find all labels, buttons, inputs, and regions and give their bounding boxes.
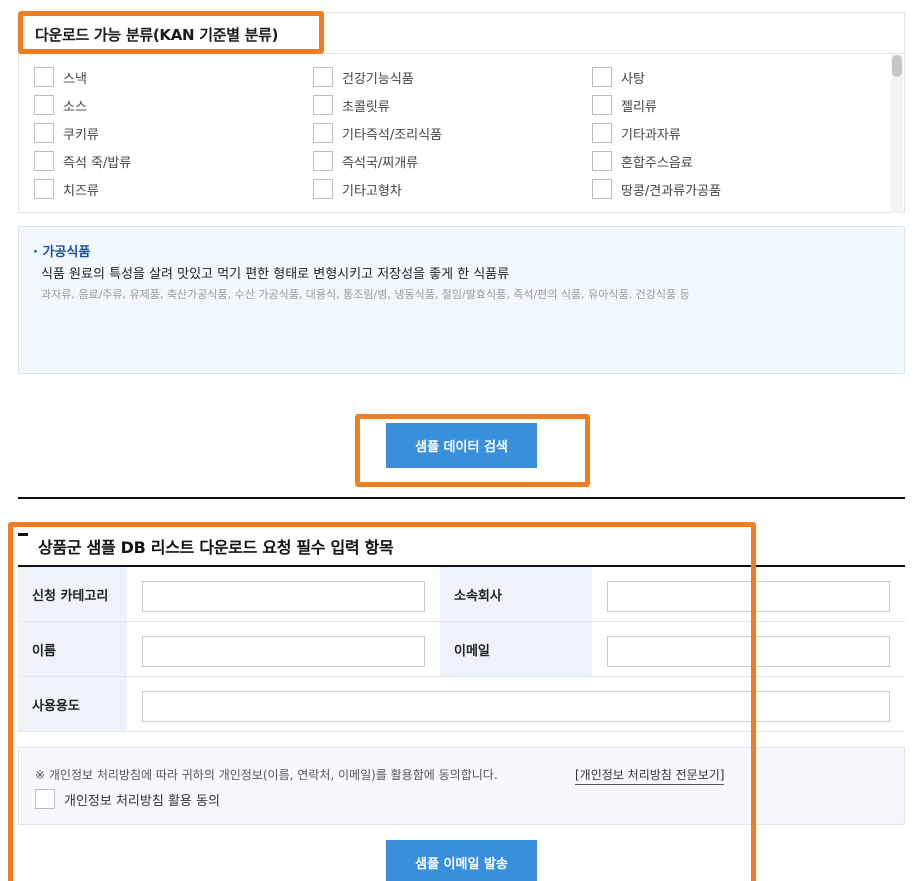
form-title: 상품군 샘플 DB 리스트 다운로드 요청 필수 입력 항목 [38,538,394,557]
name-input[interactable] [142,636,425,667]
category-checkbox-label: 즉석 죽/밥류 [63,155,132,171]
category-checkbox-item[interactable]: 혼합주스음료 [592,151,871,171]
category-checkbox-item[interactable]: 젤리류 [592,95,871,115]
category-checkbox[interactable] [592,67,612,87]
category-checkbox-item[interactable]: 즉석국/찌개류 [313,151,592,171]
form-row-category-company: 신청 카테고리 소속회사 [18,567,905,622]
category-checkbox-label: 초콜릿류 [342,99,390,115]
category-checkbox-item[interactable]: 기타고형차 [313,179,592,199]
company-label: 소속회사 [440,567,592,621]
category-checkbox-label: 혼합주스음료 [621,155,693,171]
category-checkbox-label: 건강기능식품 [342,71,414,87]
category-checkbox[interactable] [313,123,333,143]
category-checkbox[interactable] [34,123,54,143]
category-checkbox-item[interactable]: 치즈류 [34,179,313,199]
category-checkbox[interactable] [592,151,612,171]
category-checkbox-label: 소스 [63,99,87,115]
consent-checkbox-label: 개인정보 처리방침 활용 동의 [64,793,220,809]
purpose-label: 사용용도 [18,677,127,731]
privacy-consent-box: ※ 개인정보 처리방침에 따라 귀하의 개인정보(이름, 연락처, 이메일)를 … [18,747,905,825]
info-title: · 가공식품 [33,245,91,260]
category-checkbox[interactable] [34,95,54,115]
category-checkbox[interactable] [34,67,54,87]
classification-grid: 스낵 건강기능식품 사탕소스 초콜릿류 젤리류쿠키류 기타즉석/조리식품 기타과자류즉석 죽… [34,67,884,199]
classification-header: 다운로드 가능 분류(KAN 기준별 분류) [19,13,904,54]
category-checkbox[interactable] [313,95,333,115]
info-description: 식품 원료의 특성을 살려 맛있고 먹기 편한 형태로 변형시키고 저장성을 좋… [41,267,510,282]
scrollbar-thumb[interactable] [892,55,902,77]
classification-scrollbar[interactable] [891,55,903,213]
category-checkbox-item[interactable]: 기타과자류 [592,123,871,143]
consent-checkbox[interactable] [35,789,55,809]
category-checkbox-label: 젤리류 [621,99,657,115]
category-checkbox[interactable] [313,151,333,171]
category-checkbox-label: 기타즉석/조리식품 [342,127,443,143]
category-checkbox[interactable] [592,95,612,115]
category-checkbox-label: 쿠키류 [63,127,99,143]
category-checkbox[interactable] [313,179,333,199]
category-checkbox-item[interactable]: 스낵 [34,67,313,87]
category-checkbox[interactable] [313,67,333,87]
email-input[interactable] [607,636,890,667]
form-row-name-email: 이름 이메일 [18,622,905,677]
classification-title: 다운로드 가능 분류(KAN 기준별 분류) [35,26,279,44]
category-checkbox-item[interactable]: 초콜릿류 [313,95,592,115]
category-checkbox-label: 치즈류 [63,183,99,199]
category-checkbox-label: 기타고형차 [342,183,402,199]
consent-notice: ※ 개인정보 처리방침에 따라 귀하의 개인정보(이름, 연락처, 이메일)를 … [35,768,498,782]
category-checkbox-label: 스낵 [63,71,87,87]
sample-data-search-button[interactable]: 샘플 데이터 검색 [386,423,537,468]
privacy-policy-link[interactable]: [개인정보 처리방침 전문보기] [575,766,725,785]
form-row-purpose: 사용용도 [18,677,905,732]
name-label: 이름 [18,622,127,676]
category-info-box: · 가공식품 식품 원료의 특성을 살려 맛있고 먹기 편한 형태로 변형시키고… [18,226,905,374]
category-checkbox[interactable] [592,179,612,199]
section-divider [18,497,905,499]
category-checkbox-item[interactable]: 사탕 [592,67,871,87]
category-checkbox-item[interactable]: 소스 [34,95,313,115]
email-label: 이메일 [440,622,592,676]
purpose-input[interactable] [142,691,890,722]
category-checkbox-label: 기타과자류 [621,127,681,143]
category-input[interactable] [142,581,425,612]
info-examples: 과자류, 음료/주류, 유제품, 축산가공식품, 수산 가공식품, 대용식, 통… [41,288,690,301]
form-title-marker [18,533,28,536]
category-checkbox-label: 사탕 [621,71,645,87]
category-checkbox[interactable] [34,179,54,199]
category-checkbox-label: 땅콩/견과류가공품 [621,183,722,199]
category-checkbox-item[interactable]: 즉석 죽/밥류 [34,151,313,171]
category-label: 신청 카테고리 [18,567,127,621]
category-checkbox-item[interactable]: 건강기능식품 [313,67,592,87]
consent-checkbox-item[interactable]: 개인정보 처리방침 활용 동의 [35,789,220,809]
classification-panel: 다운로드 가능 분류(KAN 기준별 분류) 스낵 건강기능식품 사탕소스 초콜릿류 젤… [18,12,905,213]
company-input[interactable] [607,581,890,612]
category-checkbox-item[interactable]: 기타즉석/조리식품 [313,123,592,143]
sample-email-send-button[interactable]: 샘플 이메일 발송 [386,840,537,881]
category-checkbox-item[interactable]: 쿠키류 [34,123,313,143]
category-checkbox-item[interactable]: 땅콩/견과류가공품 [592,179,871,199]
category-checkbox-label: 즉석국/찌개류 [342,155,419,171]
category-checkbox[interactable] [34,151,54,171]
category-checkbox[interactable] [592,123,612,143]
classification-list: 스낵 건강기능식품 사탕소스 초콜릿류 젤리류쿠키류 기타즉석/조리식품 기타과자류즉석 죽… [19,55,891,213]
